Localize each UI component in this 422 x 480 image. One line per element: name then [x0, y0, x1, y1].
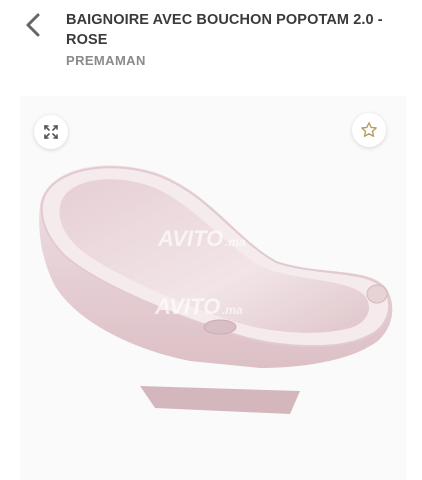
- product-image-container[interactable]: AVITO .ma AVITO .ma: [20, 96, 406, 480]
- watermark-1-suffix: .ma: [225, 235, 246, 249]
- brand-name: PREMAMAN: [66, 53, 146, 68]
- watermark-1: AVITO: [157, 226, 223, 251]
- product-title-line-2: ROSE: [66, 32, 108, 48]
- product-title: BAIGNOIRE AVEC BOUCHON POPOTAM 2.0 - ROS…: [66, 10, 411, 50]
- bathtub-image: AVITO .ma AVITO .ma: [39, 165, 393, 414]
- watermark-2: AVITO: [154, 294, 220, 319]
- expand-arrows-icon: [44, 125, 58, 139]
- watermark-2-suffix: .ma: [222, 303, 243, 317]
- expand-button[interactable]: [34, 115, 68, 149]
- back-button[interactable]: [18, 10, 48, 40]
- product-header: BAIGNOIRE AVEC BOUCHON POPOTAM 2.0 - ROS…: [0, 0, 422, 90]
- favorite-button[interactable]: [352, 113, 386, 147]
- chevron-left-icon: [26, 13, 40, 37]
- product-title-line-1: BAIGNOIRE AVEC BOUCHON POPOTAM 2.0 -: [66, 12, 383, 28]
- star-outline-icon: [361, 122, 377, 137]
